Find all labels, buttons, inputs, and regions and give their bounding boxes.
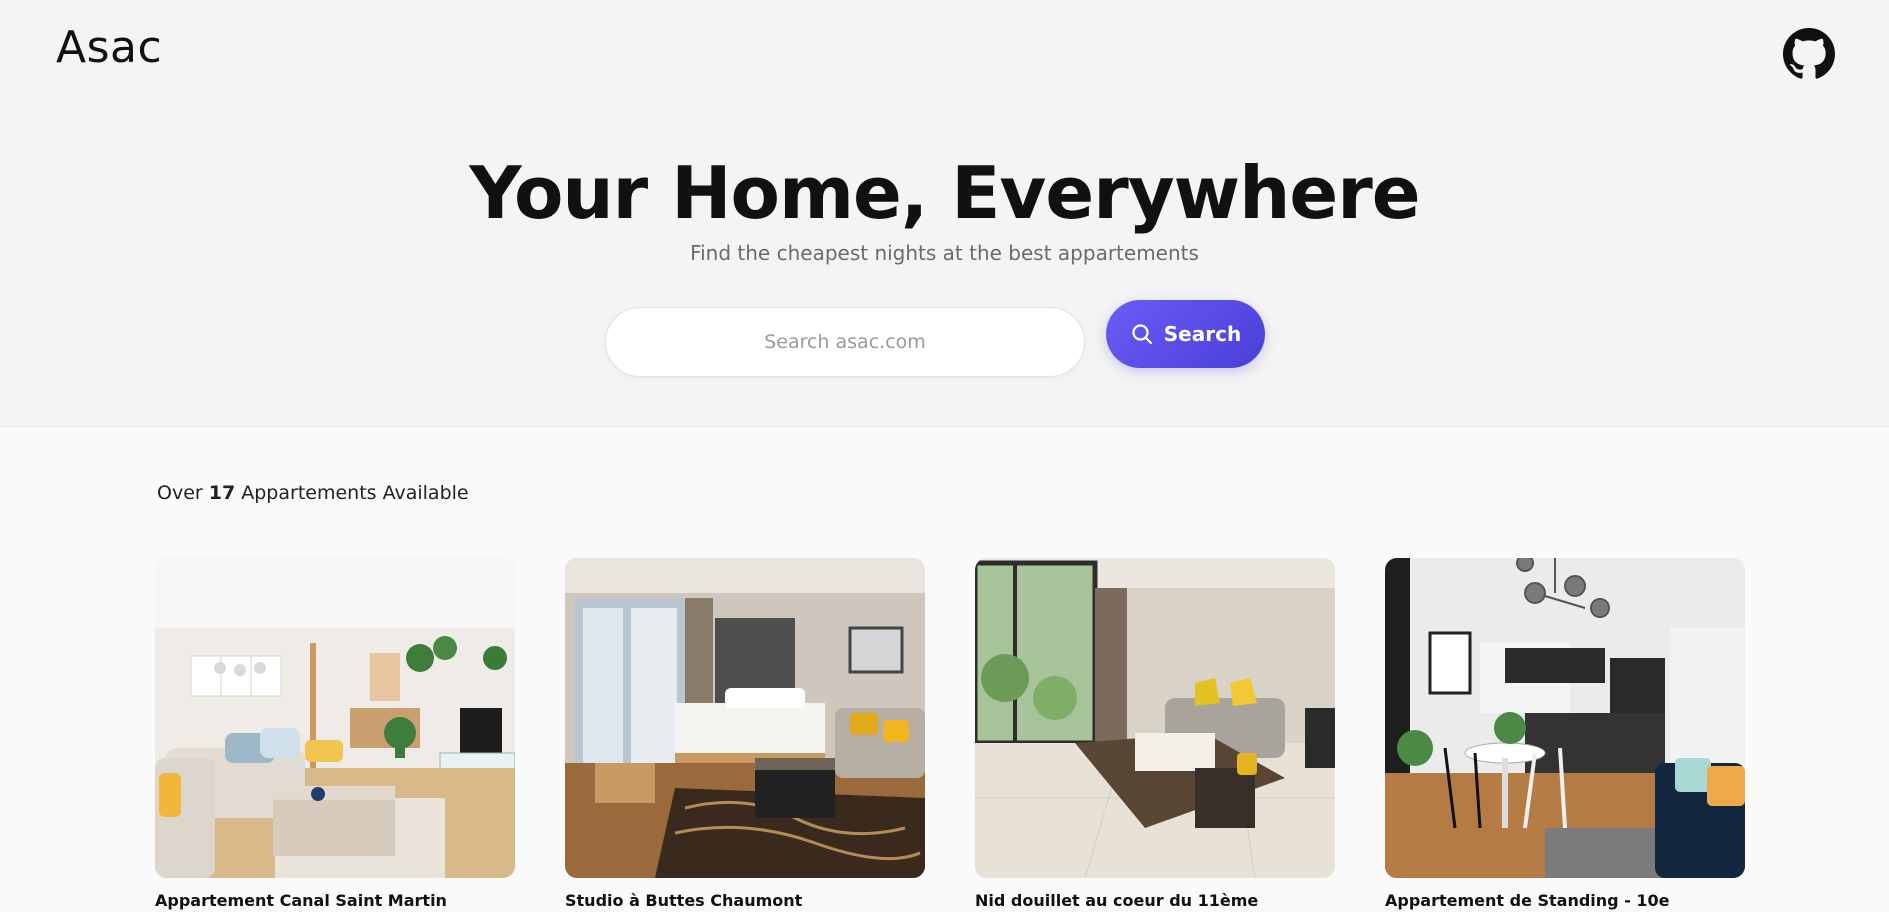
listing-count: Over 17 Appartements Available [157, 482, 469, 504]
listing-card-title: Nid douillet au coeur du 11ème [975, 891, 1259, 910]
hero-section: Asac Your Home, Everywhere Find the chea… [0, 0, 1889, 427]
listing-card-title: Appartement Canal Saint Martin [155, 891, 447, 910]
listing-count-suffix: Appartements Available [241, 482, 469, 504]
listing-card-title: Appartement de Standing - 10e [1385, 891, 1670, 910]
search-button[interactable]: Search [1106, 300, 1265, 368]
listing-card[interactable]: Nid douillet au coeur du 11ème [975, 558, 1335, 910]
search-input[interactable] [605, 307, 1085, 377]
listing-count-number: 17 [208, 482, 236, 504]
listing-count-prefix: Over [157, 482, 203, 504]
sitting-room-photo [975, 558, 1335, 878]
github-icon [1783, 28, 1835, 79]
hero-title: Your Home, Everywhere [469, 151, 1420, 235]
listing-card[interactable]: Appartement Canal Saint Martin [155, 558, 515, 910]
bedroom-studio-photo [565, 558, 925, 878]
listing-card[interactable]: Appartement de Standing - 10e [1385, 558, 1745, 910]
brand-logo[interactable]: Asac [56, 22, 162, 73]
search-icon [1130, 322, 1154, 346]
kitchen-dining-photo [1385, 558, 1745, 878]
github-link[interactable] [1783, 28, 1835, 80]
search-button-label: Search [1163, 322, 1242, 346]
living-room-photo [155, 558, 515, 878]
listing-card-title: Studio à Buttes Chaumont [565, 891, 803, 910]
hero-subtitle: Find the cheapest nights at the best app… [690, 241, 1199, 265]
listing-card[interactable]: Studio à Buttes Chaumont [565, 558, 925, 910]
